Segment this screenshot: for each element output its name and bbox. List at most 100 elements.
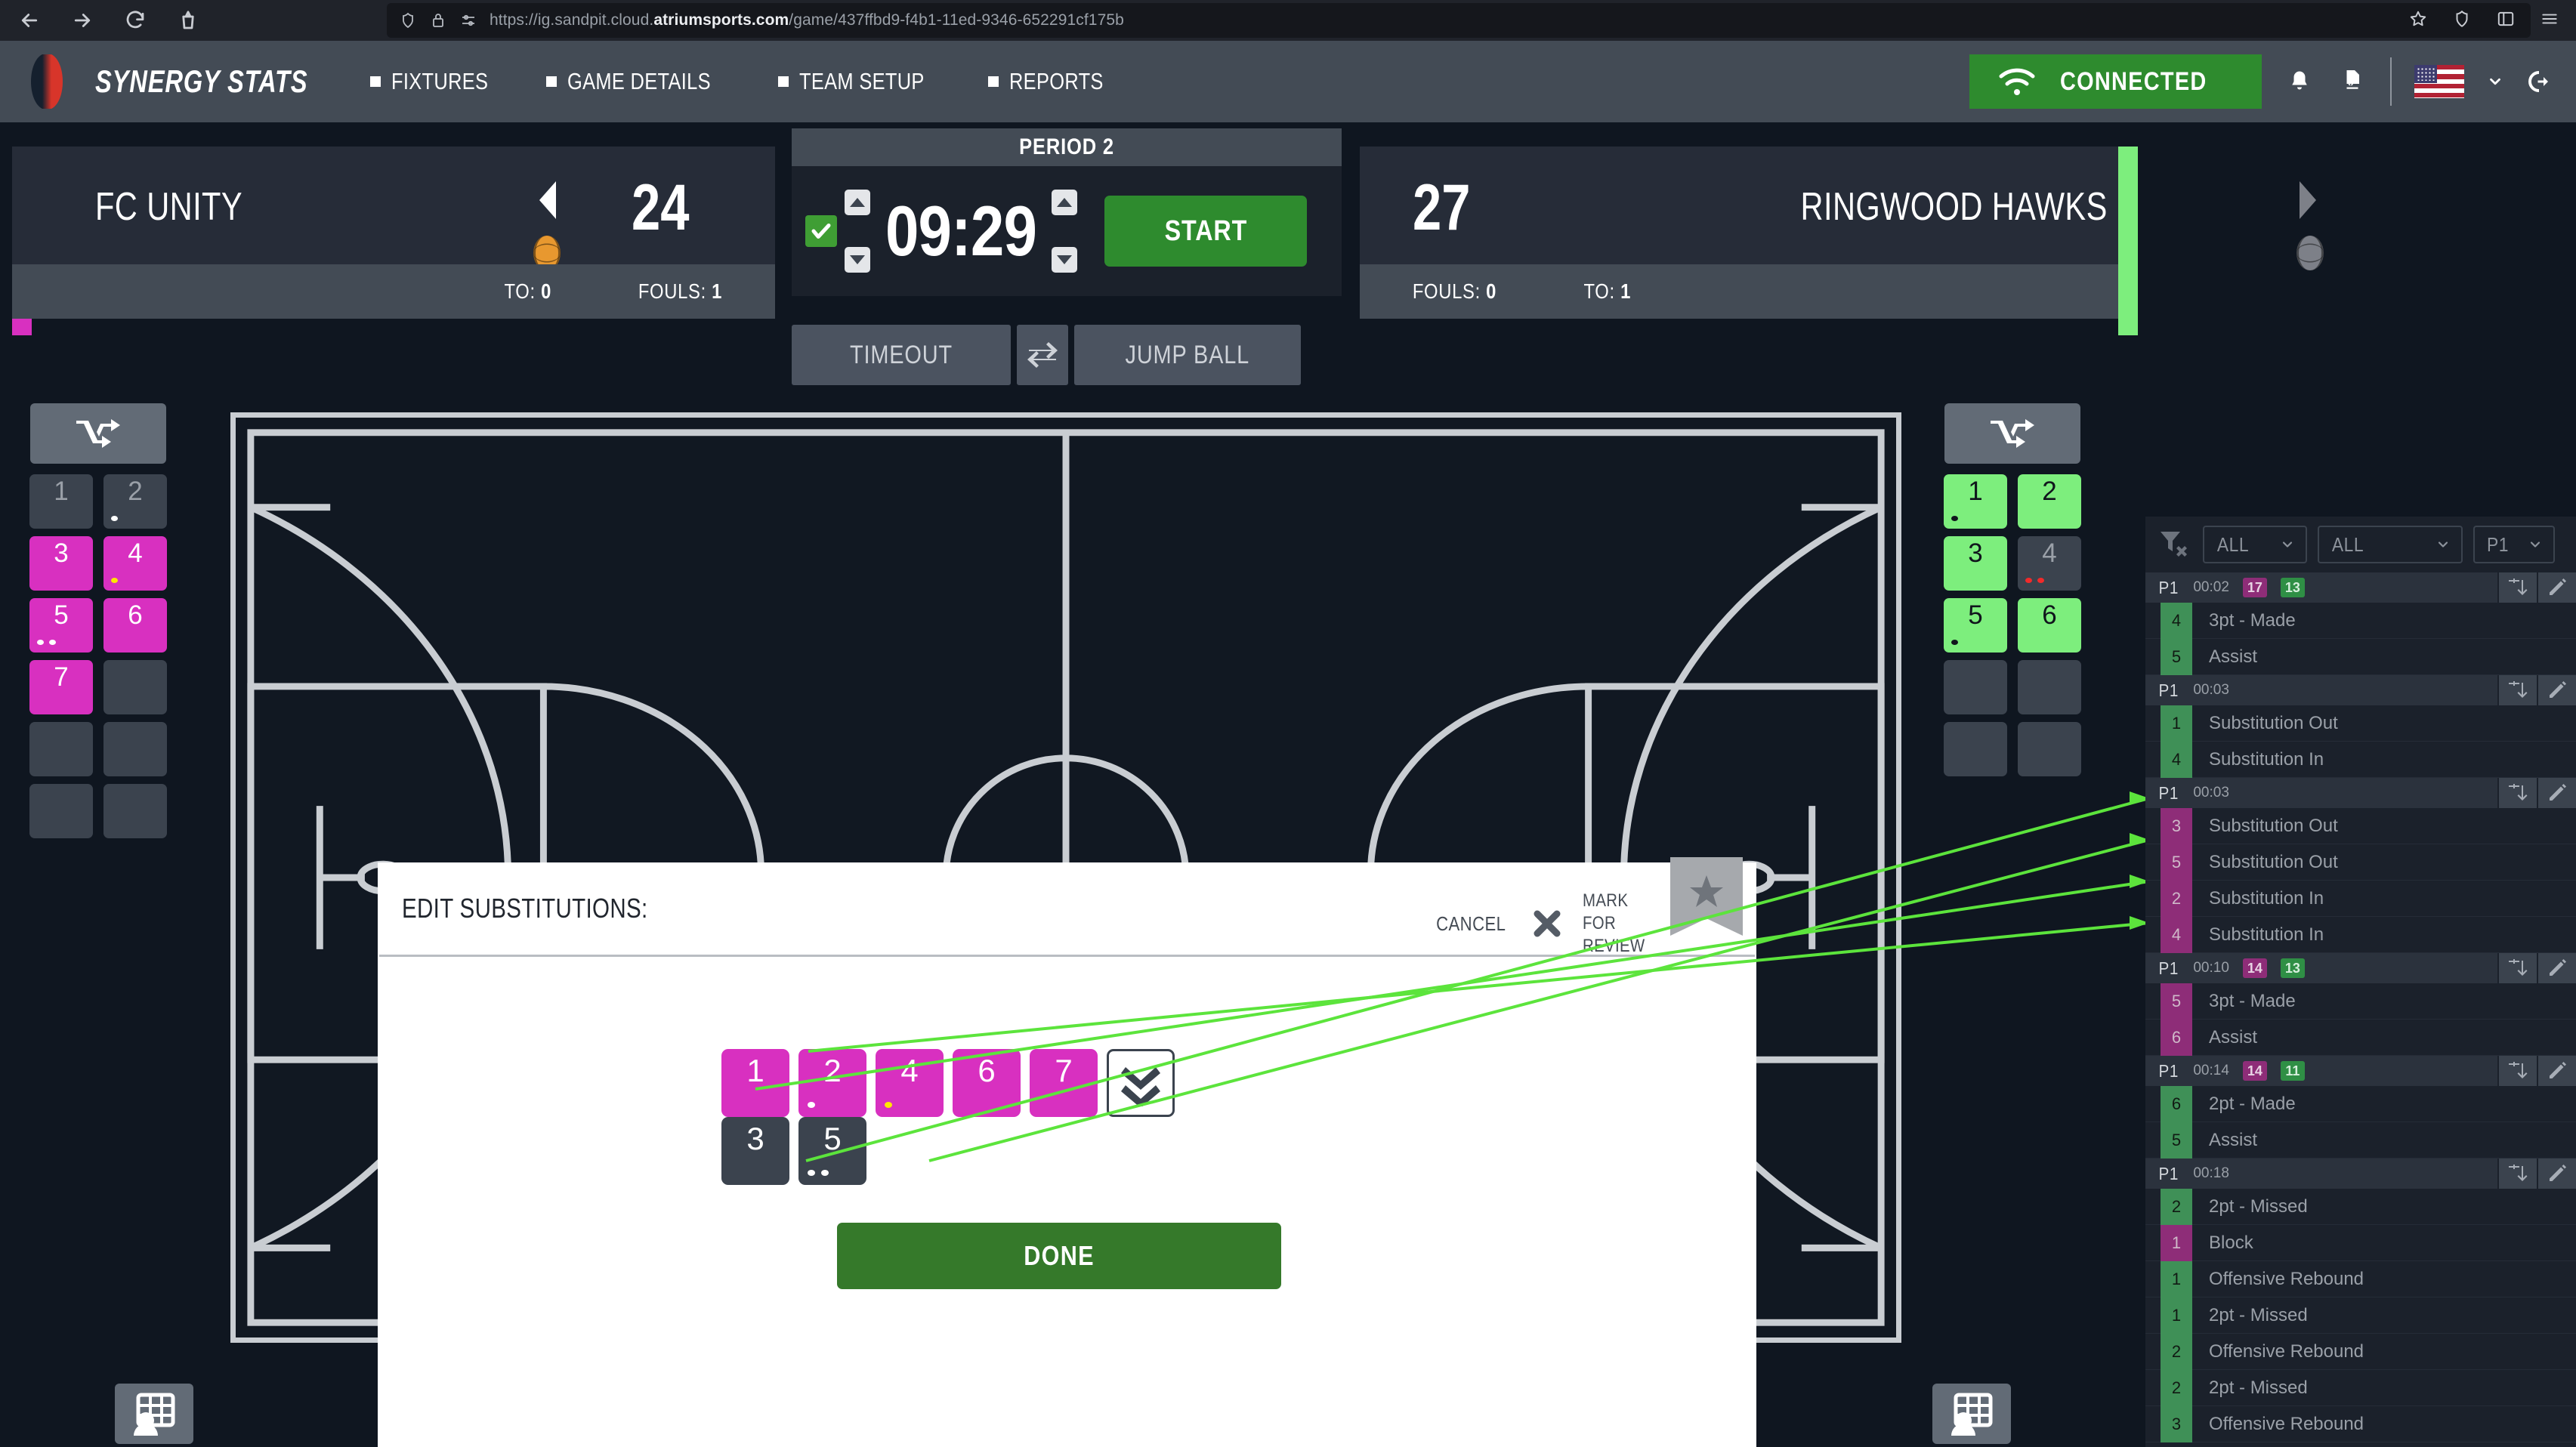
pencil-edit-icon[interactable] (2537, 675, 2576, 705)
caret-up-icon[interactable] (1052, 190, 1077, 215)
add-row-icon[interactable] (2497, 1159, 2537, 1189)
pbp-row[interactable]: 1 2pt - Missed (2145, 1297, 2576, 1334)
nav-item-team-setup[interactable]: TEAM SETUP (778, 68, 952, 95)
start-button[interactable]: START (1104, 196, 1307, 267)
reload-icon[interactable] (122, 8, 148, 33)
pbp-row[interactable]: 3 Offensive Rebound (2145, 1405, 2576, 1442)
home-shuffle-button[interactable] (30, 403, 166, 464)
player-tile[interactable]: 3 (29, 536, 93, 591)
pbp-row[interactable]: 4 Substitution In (2145, 916, 2576, 953)
player-tile[interactable]: 5 (1944, 598, 2007, 653)
double-chevron-down-icon[interactable] (1107, 1049, 1175, 1117)
sidebar-icon[interactable] (2496, 9, 2516, 32)
pbp-row[interactable]: 1 Offensive Rebound (2145, 1260, 2576, 1297)
pbp-row[interactable]: 6 2pt - Made (2145, 1085, 2576, 1122)
player-tile[interactable]: 6 (103, 598, 167, 653)
synergy-logo[interactable] (0, 41, 91, 122)
close-x-icon[interactable] (1531, 908, 1563, 939)
player-tile[interactable]: 6 (2018, 598, 2081, 653)
pbp-filter-1[interactable]: ALL (2203, 526, 2307, 563)
forward-arrow-icon[interactable] (69, 8, 95, 33)
caret-up-icon[interactable] (845, 190, 870, 215)
swap-arrows-icon[interactable] (1017, 325, 1068, 385)
timeout-button[interactable]: TIMEOUT (792, 325, 1011, 385)
pbp-row[interactable]: 2 Substitution In (2145, 880, 2576, 917)
nav-item-fixtures[interactable]: FIXTURES (370, 68, 510, 95)
pencil-edit-icon[interactable] (2537, 778, 2576, 808)
play-by-play-panel[interactable]: ALL ALL P1 P1 00:02 17 13 4 3pt - Made 5 Assist… (2145, 517, 2576, 1447)
extension-icon[interactable] (175, 8, 201, 33)
nav-item-game-details[interactable]: GAME DETAILS (545, 68, 743, 95)
player-tile[interactable] (1944, 722, 2007, 776)
connection-status-badge[interactable]: CONNECTED (1969, 54, 2262, 109)
pbp-row[interactable]: 5 Substitution Out (2145, 844, 2576, 881)
pbp-filter-2[interactable]: ALL (2318, 526, 2463, 563)
pbp-row[interactable]: 1 Substitution Out (2145, 705, 2576, 742)
jump-ball-button[interactable]: JUMP BALL (1074, 325, 1301, 385)
away-shuffle-button[interactable] (1944, 403, 2080, 464)
filter-clear-icon[interactable] (2156, 526, 2192, 563)
clock-checkbox[interactable] (805, 215, 837, 247)
player-tile[interactable]: 2 (2018, 474, 2081, 529)
pbp-row[interactable]: 4 Substitution In (2145, 741, 2576, 778)
caret-down-icon[interactable] (845, 247, 870, 273)
player-tile[interactable] (103, 784, 167, 838)
menu-icon[interactable] (2540, 9, 2559, 32)
cancel-button[interactable]: CANCEL (1436, 912, 1506, 936)
player-tile[interactable]: 3 (1944, 536, 2007, 591)
pencil-edit-icon[interactable] (2537, 1159, 2576, 1189)
player-tile[interactable] (2018, 660, 2081, 714)
player-tile[interactable] (103, 660, 167, 714)
star-bookmark-icon[interactable] (1670, 857, 1743, 936)
caret-down-icon[interactable] (1052, 247, 1077, 273)
mark-for-review-button[interactable]: MARK FOR REVIEW (1583, 890, 1654, 958)
player-tile[interactable]: 2 (103, 474, 167, 529)
add-row-icon[interactable] (2497, 1056, 2537, 1086)
back-arrow-icon[interactable] (17, 8, 42, 33)
substitution-tile[interactable]: 6 (953, 1049, 1021, 1117)
pbp-row[interactable]: 2 Offensive Rebound (2145, 1333, 2576, 1370)
pencil-edit-icon[interactable] (2537, 1056, 2576, 1086)
export-file-icon[interactable] (2337, 65, 2368, 98)
pbp-row[interactable]: 5 Assist (2145, 638, 2576, 675)
logout-icon[interactable] (2526, 65, 2556, 98)
player-tile[interactable]: 4 (2018, 536, 2081, 591)
player-tile[interactable]: 7 (29, 660, 93, 714)
add-row-icon[interactable] (2497, 778, 2537, 808)
pencil-edit-icon[interactable] (2537, 953, 2576, 983)
pbp-row[interactable]: 5 Assist (2145, 1122, 2576, 1159)
substitution-tile[interactable]: 4 (876, 1049, 944, 1117)
pencil-edit-icon[interactable] (2537, 572, 2576, 603)
player-tile[interactable]: 4 (103, 536, 167, 591)
away-roster-grid-icon[interactable] (1932, 1384, 2011, 1444)
player-tile[interactable] (103, 722, 167, 776)
substitution-tile[interactable]: 5 (798, 1117, 866, 1185)
add-row-icon[interactable] (2497, 572, 2537, 603)
pbp-filter-period[interactable]: P1 (2473, 526, 2555, 563)
substitution-tile[interactable]: 7 (1030, 1049, 1098, 1117)
player-tile[interactable]: 5 (29, 598, 93, 653)
home-roster-grid-icon[interactable] (115, 1384, 193, 1444)
pbp-row[interactable]: 2 2pt - Missed (2145, 1369, 2576, 1406)
done-button[interactable]: DONE (837, 1223, 1281, 1289)
player-tile[interactable] (2018, 722, 2081, 776)
page-settings-icon[interactable] (459, 11, 477, 29)
pbp-row[interactable]: 4 3pt - Made (2145, 602, 2576, 639)
nav-item-reports[interactable]: REPORTS (988, 68, 1124, 95)
substitution-tile[interactable]: 1 (721, 1049, 789, 1117)
pbp-row[interactable]: 3 Substitution Out (2145, 807, 2576, 844)
player-tile[interactable]: 1 (1944, 474, 2007, 529)
player-tile[interactable] (29, 722, 93, 776)
player-tile[interactable] (1944, 660, 2007, 714)
player-tile[interactable] (29, 784, 93, 838)
substitution-tile[interactable]: 2 (798, 1049, 866, 1117)
pbp-row[interactable]: 1 Block (2145, 1224, 2576, 1261)
star-icon[interactable] (2408, 9, 2428, 32)
substitution-tile[interactable]: 3 (721, 1117, 789, 1185)
add-row-icon[interactable] (2497, 953, 2537, 983)
us-flag-icon[interactable] (2414, 65, 2464, 98)
player-tile[interactable]: 1 (29, 474, 93, 529)
chevron-down-icon[interactable] (2487, 73, 2503, 90)
address-bar[interactable]: https://ig.sandpit.cloud.atriumsports.co… (387, 3, 2531, 38)
add-row-icon[interactable] (2497, 675, 2537, 705)
